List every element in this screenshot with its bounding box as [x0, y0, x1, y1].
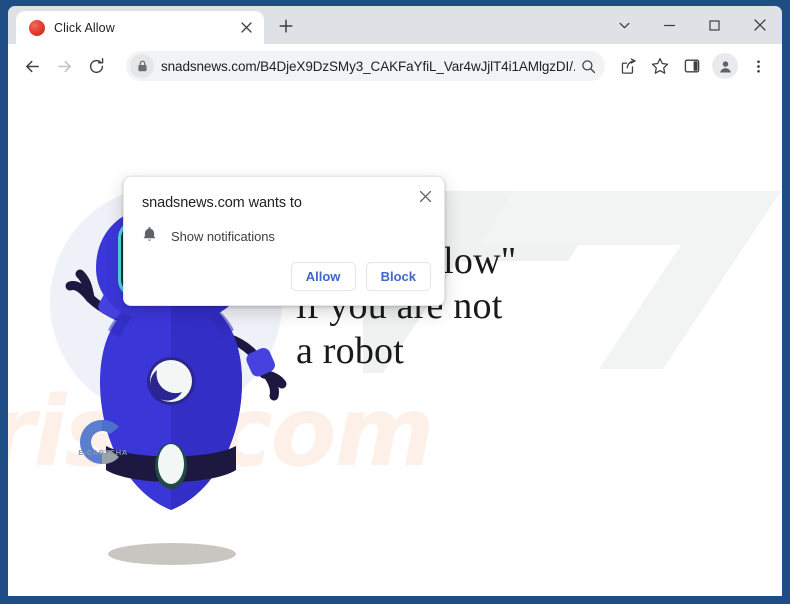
browser-tab[interactable]: Click Allow: [16, 11, 264, 44]
notification-permission-dialog: snadsnews.com wants to Show notification…: [123, 176, 445, 306]
new-tab-button[interactable]: [271, 11, 301, 41]
bell-icon: [142, 226, 157, 247]
close-window-button[interactable]: [737, 6, 782, 44]
robot-shadow: [108, 543, 236, 565]
lock-icon[interactable]: [130, 54, 154, 78]
reload-icon[interactable]: [81, 51, 111, 81]
url-text[interactable]: snadsnews.com/B4DjeX9DzSMy3_CAKFaYfiL_Va…: [161, 59, 575, 74]
captcha-logo-icon: [80, 419, 119, 465]
star-icon[interactable]: [645, 51, 675, 81]
permission-row: Show notifications: [142, 226, 275, 247]
page-viewport: risk.com Click "Allow" if you are not a …: [8, 88, 782, 596]
window-controls: [602, 6, 782, 44]
share-icon[interactable]: [613, 51, 643, 81]
back-arrow-icon[interactable]: [17, 51, 47, 81]
browser-window: Click Allow snadsnews.com/B4DjeX9DzSMy3_…: [0, 0, 790, 604]
forward-arrow-icon[interactable]: [49, 51, 79, 81]
side-panel-icon[interactable]: [677, 51, 707, 81]
close-tab-icon[interactable]: [238, 19, 255, 36]
three-dot-menu-icon[interactable]: [743, 51, 773, 81]
omnibox[interactable]: snadsnews.com/B4DjeX9DzSMy3_CAKFaYfiL_Va…: [126, 51, 605, 81]
favicon-icon: [29, 19, 45, 36]
permission-label: Show notifications: [171, 229, 275, 244]
dialog-actions: Allow Block: [290, 262, 431, 291]
captcha-brand-label: E-CAPTCHA: [78, 448, 128, 457]
dialog-title: snadsnews.com wants to: [142, 195, 302, 211]
minimize-button[interactable]: [647, 6, 692, 44]
browser-toolbar: snadsnews.com/B4DjeX9DzSMy3_CAKFaYfiL_Va…: [8, 44, 782, 88]
allow-button[interactable]: Allow: [290, 262, 356, 291]
close-icon[interactable]: [412, 183, 438, 209]
search-icon[interactable]: [575, 53, 601, 79]
block-button[interactable]: Block: [365, 262, 431, 291]
profile-avatar-icon[interactable]: [712, 53, 738, 79]
maximize-button[interactable]: [692, 6, 737, 44]
tab-title: Click Allow: [54, 20, 115, 35]
tab-search-button[interactable]: [602, 6, 647, 44]
